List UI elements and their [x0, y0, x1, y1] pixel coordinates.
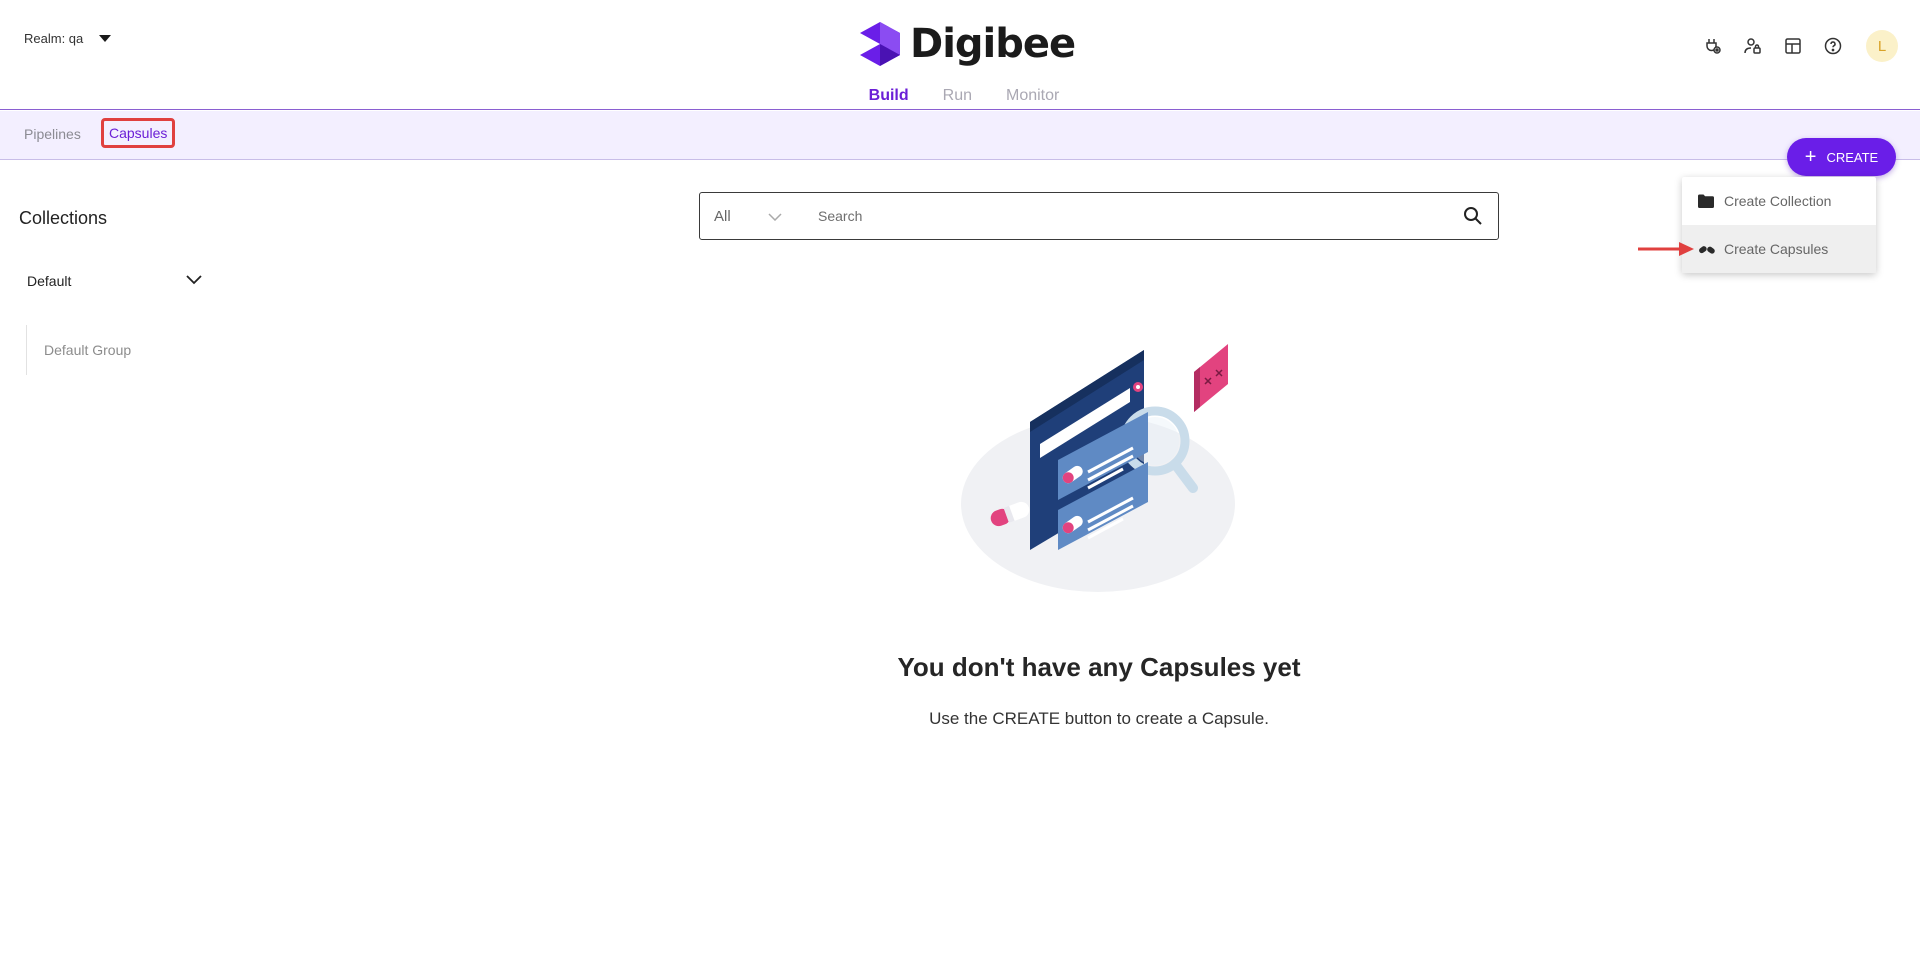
- search-type-value: All: [714, 207, 731, 225]
- menu-item-label: Create Collection: [1724, 193, 1832, 209]
- folder-icon: [1698, 193, 1716, 209]
- search-icon[interactable]: [1448, 206, 1498, 226]
- collections-title: Collections: [19, 208, 108, 228]
- help-icon[interactable]: [1822, 35, 1844, 57]
- user-avatar[interactable]: L: [1866, 30, 1898, 62]
- chevron-down-icon: [186, 272, 202, 290]
- digibee-logo-icon: [860, 22, 900, 66]
- group-list: Default Group: [26, 325, 131, 375]
- search-type-select[interactable]: All: [700, 208, 800, 225]
- plus-icon: +: [1804, 146, 1817, 168]
- empty-state-title: You don't have any Capsules yet: [897, 652, 1301, 682]
- tab-build[interactable]: Build: [869, 87, 909, 105]
- empty-state-subtitle: Use the CREATE button to create a Capsul…: [929, 709, 1269, 728]
- capsules-icon: [1698, 241, 1716, 257]
- user-lock-icon[interactable]: [1742, 35, 1764, 57]
- collection-default[interactable]: Default: [27, 272, 202, 290]
- realm-selector[interactable]: Realm: qa: [24, 31, 112, 46]
- plug-settings-icon[interactable]: [1702, 35, 1724, 57]
- create-menu: Create Collection Create Capsules: [1682, 177, 1876, 273]
- sub-navigation: Pipelines Capsules: [0, 111, 1920, 160]
- table-icon[interactable]: [1782, 35, 1804, 57]
- create-button[interactable]: + CREATE: [1787, 138, 1896, 176]
- create-button-label: CREATE: [1826, 149, 1879, 165]
- subtab-capsules[interactable]: Capsules: [101, 118, 176, 148]
- menu-item-create-collection[interactable]: Create Collection: [1682, 177, 1876, 225]
- empty-state-illustration: [961, 344, 1235, 592]
- group-item-default-group[interactable]: Default Group: [44, 342, 131, 358]
- subtab-pipelines[interactable]: Pipelines: [24, 126, 81, 142]
- top-header: Realm: qa Digibee Build Run Monitor L: [0, 0, 1920, 110]
- realm-label: Realm: qa: [24, 31, 84, 46]
- search-input[interactable]: [800, 196, 1448, 236]
- digibee-logo: Digibee: [858, 20, 1076, 68]
- main-tabs: Build Run Monitor: [0, 87, 1920, 105]
- logo-wordmark: Digibee: [910, 21, 1076, 67]
- annotation-arrow-icon: [1638, 242, 1694, 256]
- caret-down-icon: [99, 35, 112, 42]
- menu-item-create-capsules[interactable]: Create Capsules: [1682, 225, 1876, 273]
- tab-run[interactable]: Run: [943, 87, 972, 105]
- header-actions: L: [1684, 30, 1898, 62]
- search-bar: All: [699, 192, 1499, 240]
- collection-label: Default: [27, 273, 72, 289]
- tab-monitor[interactable]: Monitor: [1006, 87, 1059, 105]
- menu-item-label: Create Capsules: [1724, 241, 1829, 257]
- chevron-down-icon: [768, 208, 782, 225]
